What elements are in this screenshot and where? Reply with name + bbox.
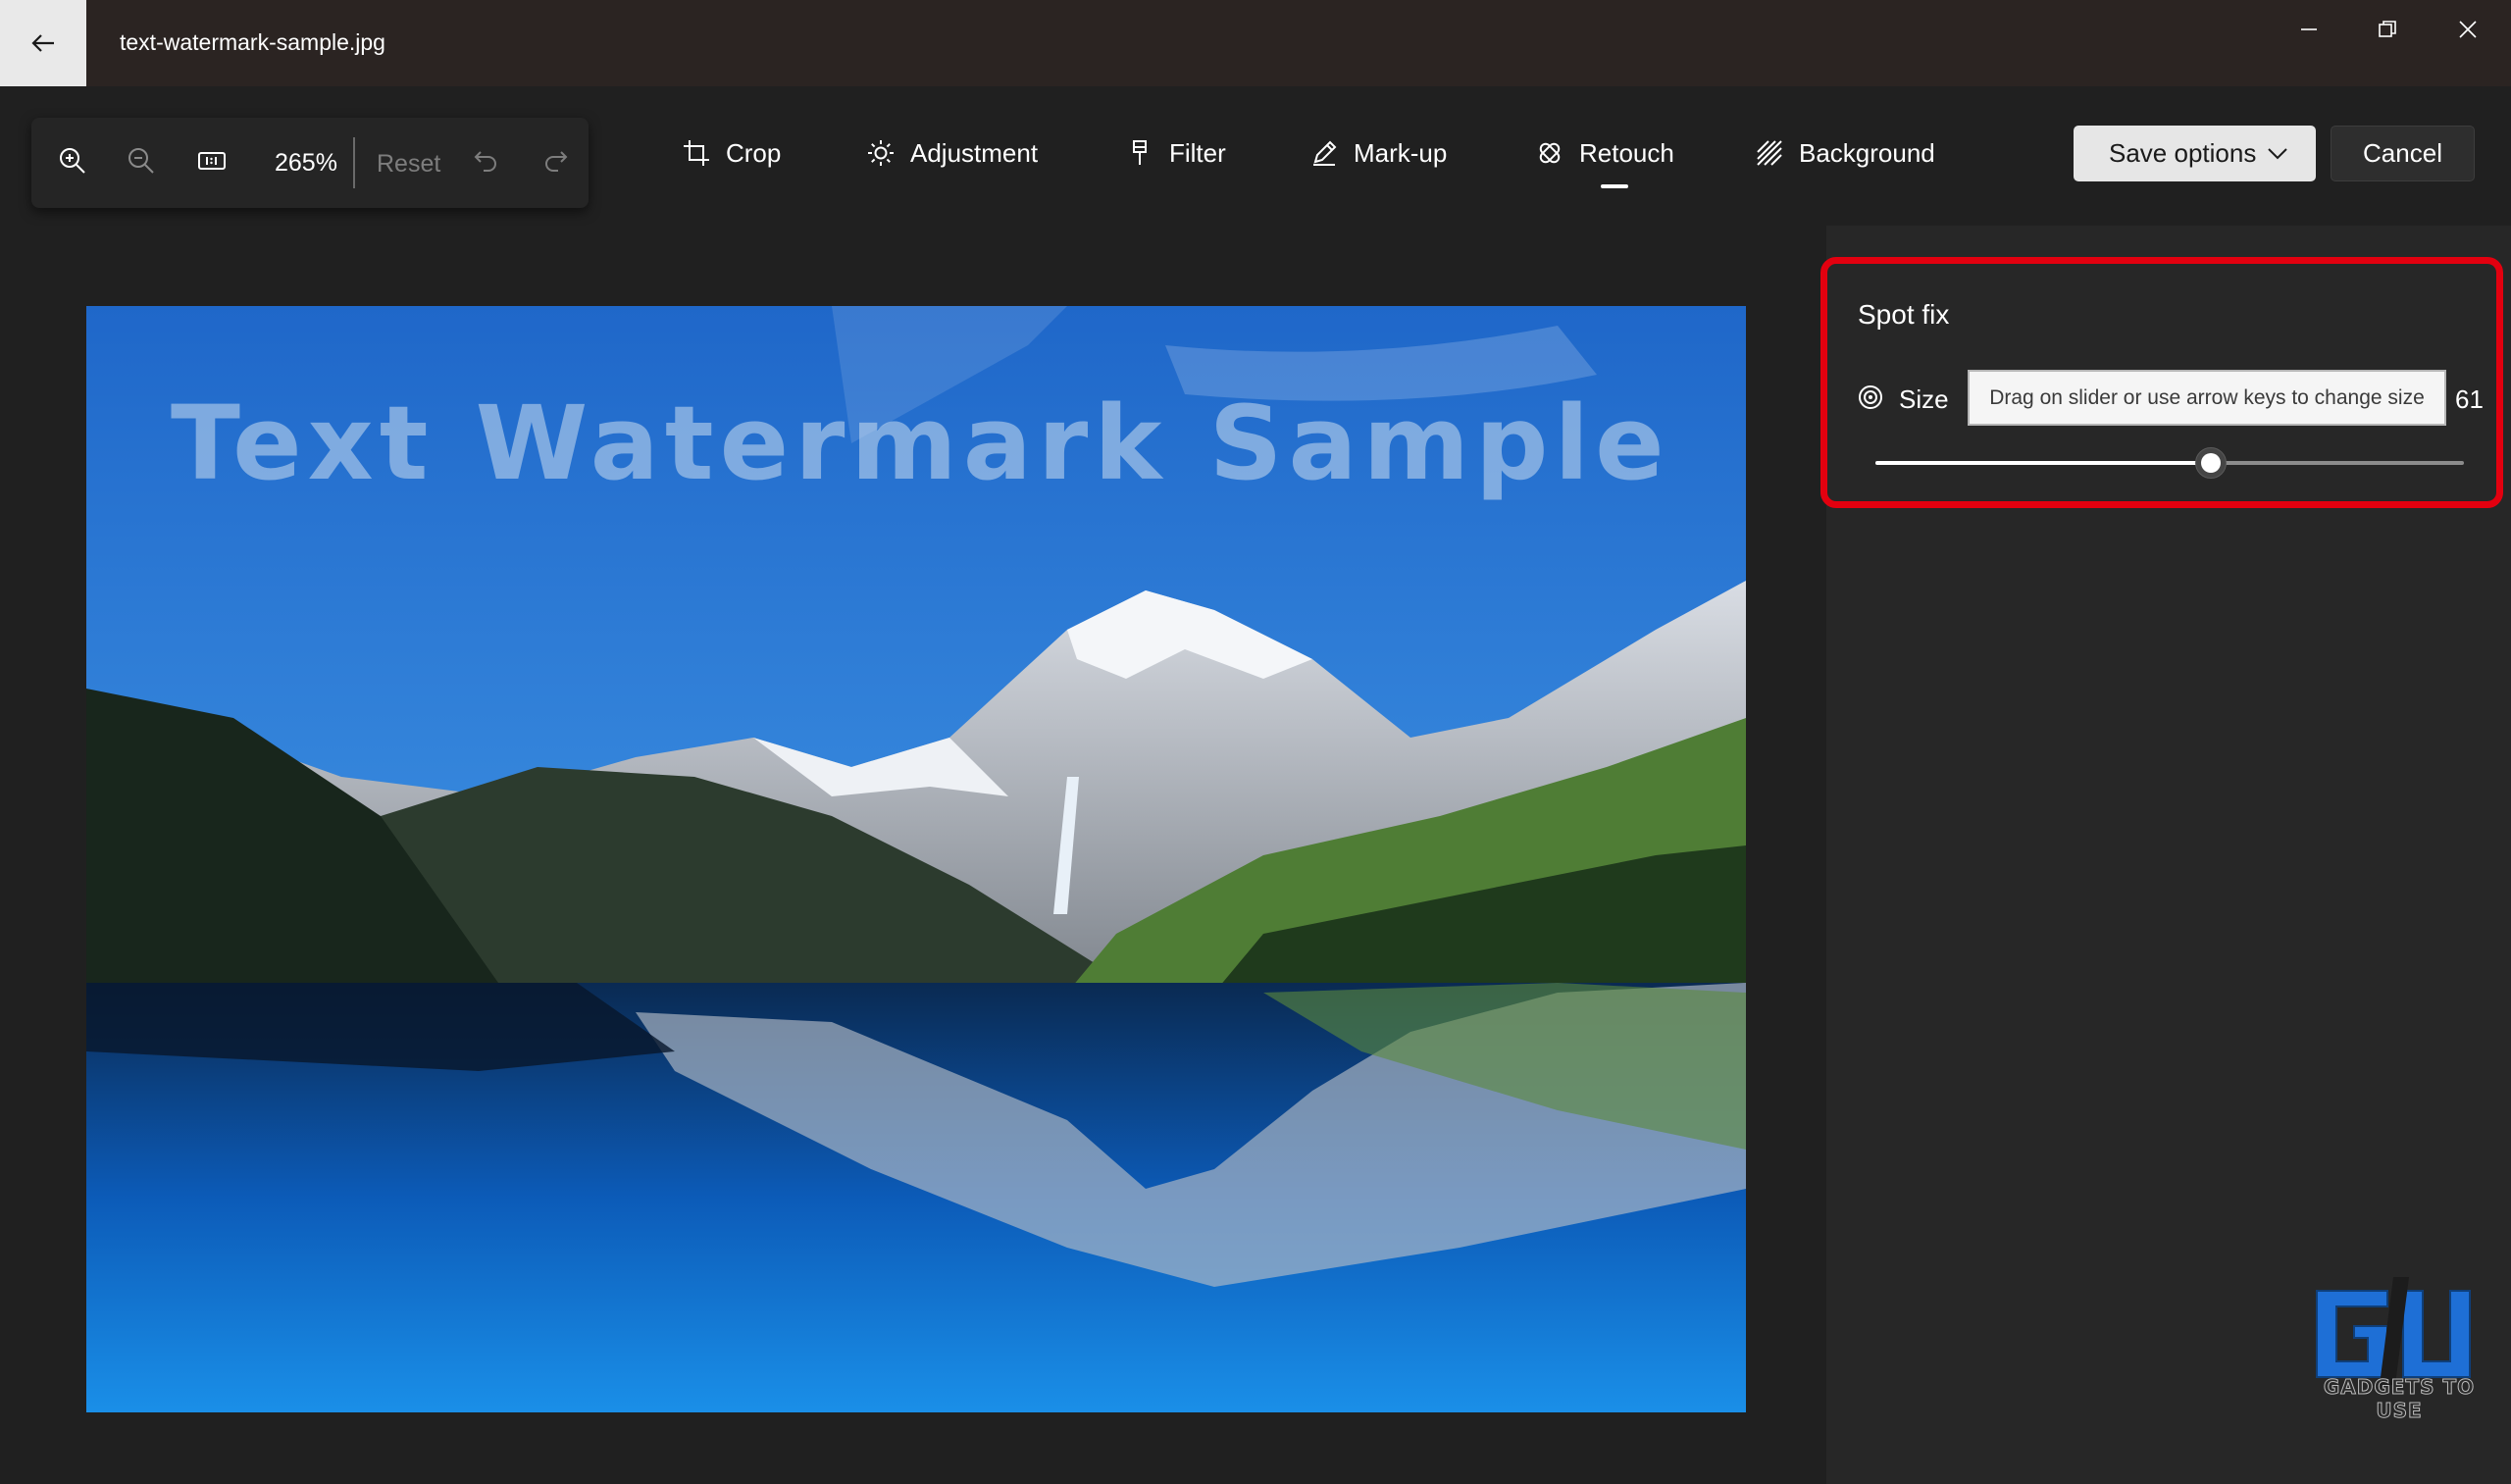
size-tooltip: Drag on slider or use arrow keys to chan… xyxy=(1968,370,2446,426)
watermark-text: Text Watermark Sample xyxy=(171,384,1670,503)
restore-icon xyxy=(2379,21,2396,37)
zoom-out-button[interactable] xyxy=(122,141,161,180)
logo-text: GADGETS TO USE xyxy=(2323,1375,2476,1423)
tab-adjustment-label: Adjustment xyxy=(910,137,1039,168)
filter-icon xyxy=(1124,137,1155,169)
crop-icon xyxy=(681,137,712,169)
tab-filter[interactable]: Filter xyxy=(1124,131,1226,175)
landscape-image: Text Watermark Sample xyxy=(86,306,1746,1412)
tab-markup[interactable]: Mark-up xyxy=(1308,131,1447,175)
actual-size-button[interactable] xyxy=(192,141,231,180)
chevron-down-icon xyxy=(2268,148,2287,160)
restore-button[interactable] xyxy=(2360,14,2415,45)
brightness-icon xyxy=(865,137,897,169)
actual-size-icon xyxy=(198,152,226,170)
tab-retouch[interactable]: Retouch xyxy=(1534,131,1674,175)
cancel-button[interactable]: Cancel xyxy=(2331,126,2475,181)
background-icon xyxy=(1754,137,1785,169)
zoom-out-icon xyxy=(128,148,154,174)
brush-size-icon xyxy=(1856,383,1885,412)
zoom-divider xyxy=(353,137,355,188)
tab-crop-label: Crop xyxy=(726,137,782,168)
zoom-level[interactable]: 265% xyxy=(275,149,337,178)
size-slider[interactable] xyxy=(1875,443,2464,483)
close-icon xyxy=(2459,21,2477,38)
back-arrow-icon xyxy=(31,34,54,52)
undo-button[interactable] xyxy=(467,141,506,180)
reset-button[interactable]: Reset xyxy=(377,150,440,179)
zoom-in-button[interactable] xyxy=(53,141,92,180)
photo[interactable]: Text Watermark Sample xyxy=(86,306,1746,1412)
undo-icon xyxy=(474,151,496,172)
retouch-icon xyxy=(1534,137,1565,169)
slider-thumb[interactable] xyxy=(2195,447,2227,479)
window-title: text-watermark-sample.jpg xyxy=(120,29,385,55)
pen-icon xyxy=(1308,137,1340,169)
minimize-icon xyxy=(2301,28,2317,30)
zoom-toolbar: 265% Reset xyxy=(31,118,589,208)
tab-background-label: Background xyxy=(1799,137,1935,168)
size-value: 61 xyxy=(2455,384,2484,414)
slider-fill xyxy=(1875,461,2211,465)
tab-background[interactable]: Background xyxy=(1754,131,1935,175)
redo-button[interactable] xyxy=(536,141,575,180)
save-options-label: Save options xyxy=(2109,138,2257,168)
tab-markup-label: Mark-up xyxy=(1354,137,1448,168)
redo-icon xyxy=(545,151,568,172)
panel-title: Spot fix xyxy=(1858,299,1950,330)
minimize-button[interactable] xyxy=(2281,14,2336,45)
save-options-button[interactable]: Save options xyxy=(2074,126,2316,181)
tab-crop[interactable]: Crop xyxy=(681,131,781,175)
tab-retouch-label: Retouch xyxy=(1579,137,1674,168)
title-bar: text-watermark-sample.jpg xyxy=(0,0,2511,86)
tab-filter-label: Filter xyxy=(1169,137,1226,168)
size-label: Size xyxy=(1899,384,1949,414)
selected-tab-indicator xyxy=(1601,184,1628,188)
close-button[interactable] xyxy=(2440,14,2495,45)
back-button[interactable] xyxy=(0,0,86,86)
tab-adjustment[interactable]: Adjustment xyxy=(865,131,1038,175)
zoom-in-icon xyxy=(60,148,85,174)
